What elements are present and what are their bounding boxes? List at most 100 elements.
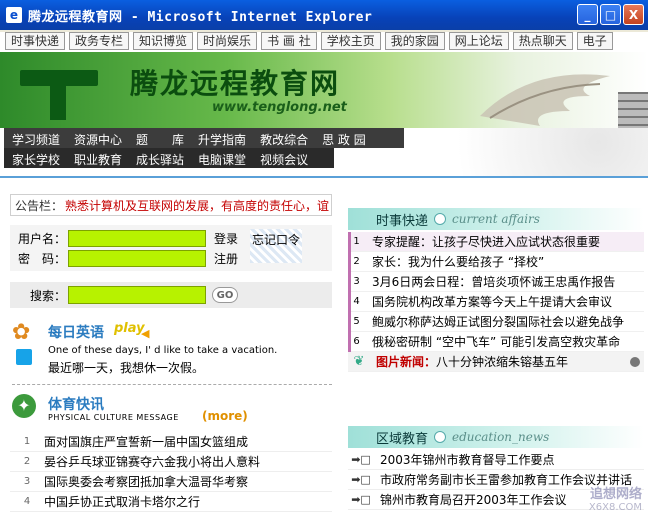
search-go-button[interactable]: GO	[212, 287, 238, 303]
item-number: 4	[23, 496, 31, 507]
username-field[interactable]	[68, 229, 206, 247]
search-label: 搜索：	[29, 288, 66, 303]
arrow-icon: ➡□	[351, 453, 371, 466]
category-link[interactable]: 视频会议	[252, 148, 314, 168]
news-link[interactable]: 中国乒协正式取消卡塔尔之行	[44, 493, 200, 510]
list-item[interactable]: 3 国际奥委会考察团抵加拿大温哥华考察	[10, 472, 332, 492]
list-item[interactable]: 4 国务院机构改革方案等今天上午提请大会审议	[348, 291, 644, 312]
password-label: 密 码：	[17, 251, 66, 266]
news-link[interactable]: 专家提醒：让孩子尽快进入应试状态很重要	[372, 233, 600, 250]
topnav-link[interactable]: 时尚娱乐	[197, 32, 258, 50]
watermark: 追想网络 X6X8.COM	[589, 483, 642, 513]
category-link[interactable]: 思 政 园	[314, 128, 372, 148]
topnav-link[interactable]: 热点聊天	[512, 32, 573, 50]
category-link[interactable]: 资源中心	[66, 128, 128, 148]
list-item[interactable]: 1 面对国旗庄严宣誓新一届中国女篮组成	[10, 432, 332, 452]
current-affairs-title: 时事快递	[376, 213, 429, 229]
list-item[interactable]: 3 3月6日两会日程：曾培炎项怀诚王忠禹作报告	[348, 271, 644, 292]
category-link[interactable]: 职业教育	[66, 148, 128, 168]
speaker-icon[interactable]: ◀	[141, 327, 149, 340]
list-item[interactable]: 4 中国乒协正式取消卡塔尔之行	[10, 492, 332, 512]
daily-english-title: 每日英语	[48, 325, 104, 341]
news-link[interactable]: 3月6日两会日程：曾培炎项怀诚王忠禹作报告	[372, 273, 615, 290]
category-link[interactable]: 成长驿站	[128, 148, 190, 168]
category-link[interactable]: 家长学校	[4, 148, 66, 168]
minimize-button[interactable]: _	[577, 4, 598, 25]
watermark-line1: 追想网络	[589, 487, 642, 502]
picture-news-item[interactable]: ❦ 图片新闻： 八十分钟浓缩朱镕基五年	[348, 352, 644, 372]
news-link[interactable]: 鲍威尔称萨达姆正试图分裂国际社会以避免战争	[372, 313, 624, 330]
topnav-link[interactable]: 时事快递	[5, 32, 66, 50]
search-input[interactable]	[68, 286, 206, 304]
window-titlebar: e 腾龙远程教育网 - Microsoft Internet Explorer …	[0, 0, 648, 30]
news-link[interactable]: 俄秘密研制 “空中飞车” 可能引发高空救灾革命	[372, 333, 620, 350]
site-url: www.tenglong.net	[212, 100, 347, 115]
category-link[interactable]: 教改综合	[252, 128, 314, 148]
maximize-button[interactable]: □	[600, 4, 621, 25]
bullet-icon	[434, 431, 447, 443]
ie-icon: e	[6, 7, 22, 23]
site-logo-icon	[14, 64, 104, 122]
category-link[interactable]: 电脑课堂	[190, 148, 252, 168]
list-item[interactable]: 6 俄秘密研制 “空中飞车” 可能引发高空救灾革命	[348, 331, 644, 352]
sports-more-link[interactable]: (more)	[202, 409, 248, 423]
sports-icon: ✦	[12, 394, 36, 418]
category-link[interactable]: 升学指南	[190, 128, 252, 148]
notice-board: 公告栏： 熟悉计算机及互联网的发展，有高度的责任心，谊	[10, 194, 332, 216]
list-item[interactable]: ➡□ 2003年锦州市教育督导工作要点	[348, 450, 644, 470]
category-link[interactable]: 题 库	[128, 128, 190, 148]
topnav-link[interactable]: 书 画 社	[261, 32, 317, 50]
more-icon[interactable]	[630, 356, 640, 367]
news-link[interactable]: 家长：我为什么要给孩子 “择校”	[372, 253, 544, 270]
list-item[interactable]: 1 专家提醒：让孩子尽快进入应试状态很重要	[348, 231, 644, 252]
register-button[interactable]: 注册	[214, 250, 238, 267]
news-link[interactable]: 国务院机构改革方案等今天上午提请大会审议	[372, 293, 612, 310]
watermark-line2: X6X8.COM	[588, 502, 642, 513]
leaf-icon: ❦	[353, 354, 365, 369]
news-link[interactable]: 锦州市教育局召开2003年工作会议	[380, 491, 567, 508]
password-field[interactable]	[68, 249, 206, 267]
news-link[interactable]: 2003年锦州市教育督导工作要点	[380, 451, 555, 468]
picture-news-link[interactable]: 八十分钟浓缩朱镕基五年	[436, 353, 568, 370]
regional-education-header: 区域教育 education_news	[348, 426, 644, 448]
english-bullet-icon	[16, 349, 32, 365]
category-navigation: 学习频道 资源中心 题 库 升学指南 教改综合 思 政 园 家长学校 职业教育 …	[4, 128, 404, 168]
topnav-link[interactable]: 电子	[576, 32, 613, 50]
close-button[interactable]: X	[623, 4, 644, 25]
login-form: 用户名： 登录 密 码： 注册 忘记口令	[10, 225, 332, 271]
item-number: 6	[348, 331, 362, 352]
news-link[interactable]: 国际奥委会考察团抵加拿大温哥华考察	[44, 473, 248, 490]
current-affairs-subtitle: current affairs	[452, 212, 540, 226]
username-label: 用户名：	[17, 231, 66, 246]
item-number: 1	[348, 231, 362, 252]
topnav-link[interactable]: 学校主页	[320, 32, 381, 50]
topnav-link[interactable]: 网上论坛	[448, 32, 509, 50]
topnav-link[interactable]: 我的家园	[384, 32, 445, 50]
top-navigation: 时事快递 政务专栏 知识博览 时尚娱乐 书 画 社 学校主页 我的家园 网上论坛…	[0, 32, 648, 52]
site-title: 腾龙远程教育网	[130, 67, 341, 100]
list-item[interactable]: 5 鲍威尔称萨达姆正试图分裂国际社会以避免战争	[348, 311, 644, 332]
news-link[interactable]: 晏谷乒乓球亚锦赛夺六金我小将出人意料	[44, 453, 260, 470]
item-number: 4	[348, 291, 362, 312]
list-item[interactable]: 2 晏谷乒乓球亚锦赛夺六金我小将出人意料	[10, 452, 332, 472]
item-number: 5	[348, 311, 362, 332]
news-link[interactable]: 面对国旗庄严宣誓新一届中国女篮组成	[44, 433, 248, 450]
sports-news-header: ✦ 体育快讯 PHYSICAL CULTURE MESSAGE (more)	[10, 392, 332, 432]
sports-news-list: 1 面对国旗庄严宣誓新一届中国女篮组成 2 晏谷乒乓球亚锦赛夺六金我小将出人意料…	[10, 432, 332, 512]
topnav-link[interactable]: 知识博览	[133, 32, 194, 50]
section-divider	[12, 384, 332, 385]
notice-text[interactable]: 熟悉计算机及互联网的发展，有高度的责任心，谊	[65, 197, 329, 214]
search-bar: 搜索： GO	[10, 282, 332, 308]
window-title: 腾龙远程教育网 - Microsoft Internet Explorer	[28, 9, 373, 25]
list-item[interactable]: 2 家长：我为什么要给孩子 “择校”	[348, 251, 644, 272]
regional-education-title: 区域教育	[376, 431, 429, 447]
item-number: 2	[23, 456, 31, 467]
category-link[interactable]: 学习频道	[4, 128, 66, 148]
item-number: 3	[23, 476, 31, 487]
notice-label: 公告栏：	[15, 198, 64, 213]
banner-decoration	[400, 128, 648, 176]
login-button[interactable]: 登录	[214, 230, 238, 247]
topnav-link[interactable]: 政务专栏	[69, 32, 130, 50]
forgot-password-link[interactable]: 忘记口令	[250, 229, 302, 263]
item-number: 3	[348, 271, 362, 292]
